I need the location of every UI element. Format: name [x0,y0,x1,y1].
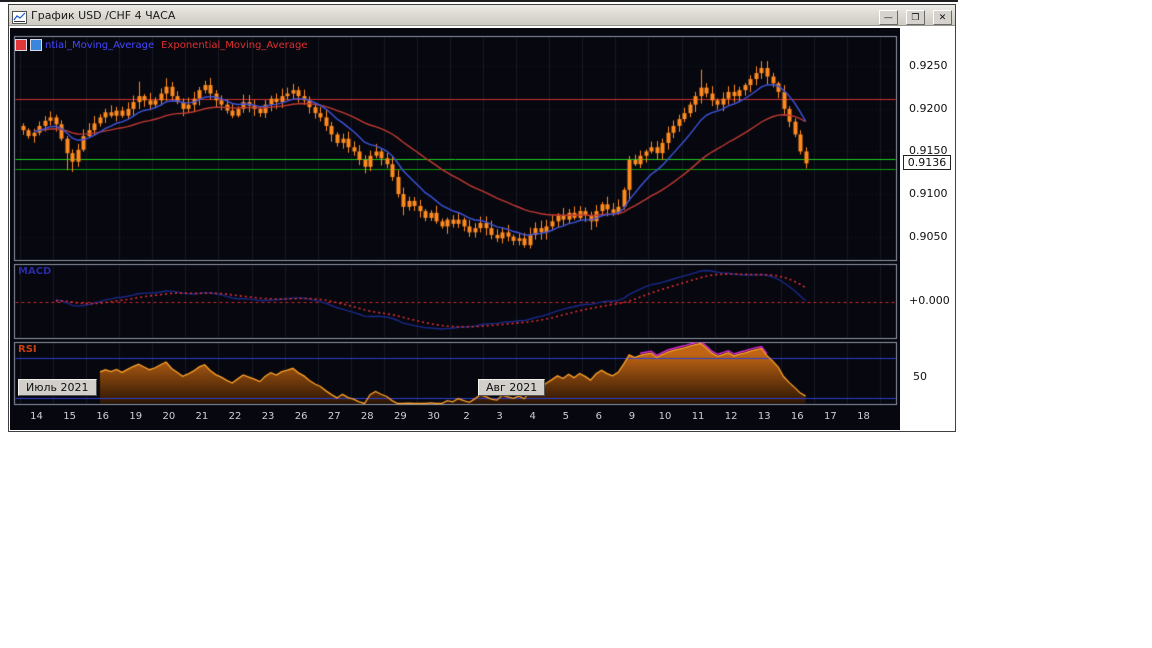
x-axis-tick: 21 [195,411,209,422]
window-titlebar[interactable]: График USD /CHF 4 ЧАСА — ❐ ✕ [9,5,955,26]
x-axis-tick: 13 [757,411,771,422]
month-marker-july: Июль 2021 [18,379,97,396]
x-axis-tick: 27 [327,411,341,422]
price-axis-label: 0.9050 [909,229,948,243]
ema-red-toggle[interactable] [15,39,27,51]
x-axis-tick: 14 [30,411,43,422]
rsi-panel-label: RSI [18,344,37,355]
x-axis-tick: 11 [691,411,705,422]
ema-fast-legend-label: ntial_Moving_Average [45,39,155,51]
x-axis-tick: 5 [562,411,569,422]
x-axis-tick: 15 [63,411,76,422]
chart-icon [12,9,27,24]
x-axis-tick: 6 [595,411,603,422]
x-axis-tick: 3 [496,411,503,422]
x-axis-tick: 29 [394,411,407,422]
x-axis-tick: 18 [857,411,870,422]
price-axis-label: 0.9250 [909,59,948,73]
x-axis-tick: 19 [129,411,143,422]
x-axis-tick: 28 [360,411,374,422]
x-axis-tick: 20 [162,411,176,422]
close-button[interactable]: ✕ [933,10,952,26]
chart-client-area: ntial_Moving_Average Exponential_Moving_… [9,26,955,431]
x-axis-tick: 26 [294,411,308,422]
macd-axis-label: +0.000 [909,294,950,307]
chart-canvas[interactable] [10,28,900,430]
minimize-button[interactable]: — [878,10,898,26]
window-title: График USD /CHF 4 ЧАСА [31,8,176,22]
x-axis-tick: 10 [658,411,672,422]
x-axis-tick: 12 [724,411,738,422]
price-axis-label: 0.9100 [909,187,948,201]
x-axis-tick: 4 [529,411,536,422]
macd-panel-label: MACD [18,266,52,277]
chart-area[interactable]: ntial_Moving_Average Exponential_Moving_… [10,28,900,430]
indicator-legend: ntial_Moving_Average Exponential_Moving_… [15,39,307,51]
x-axis-tick: 30 [427,411,440,422]
price-axis: 0.9250 0.9200 0.9150 0.9100 0.9050 0.9136 +0… [901,28,955,430]
month-marker-august: Авг 2021 [478,379,546,396]
rsi-axis-label: 50 [913,370,927,383]
x-axis-tick: 23 [261,411,275,422]
x-axis-tick: 16 [790,411,804,422]
x-axis-tick: 17 [824,411,837,422]
price-axis-label: 0.9200 [909,101,948,115]
x-axis-tick: 9 [628,411,636,422]
chart-window: График USD /CHF 4 ЧАСА — ❐ ✕ ntial_Movin… [8,4,956,432]
x-axis-tick: 16 [96,411,110,422]
outer-window-frame: График USD /CHF 4 ЧАСА — ❐ ✕ ntial_Movin… [0,0,958,432]
x-axis-tick: 22 [228,411,242,422]
maximize-button[interactable]: ❐ [905,10,925,26]
ema-slow-legend-label: Exponential_Moving_Average [161,39,308,51]
window-controls: — ❐ ✕ [876,5,952,26]
current-price-label: 0.9136 [903,155,951,171]
ema-blue-toggle[interactable] [30,39,42,51]
x-axis-tick: 2 [463,411,470,422]
x-axis: 14 15 16 19 20 21 22 23 26 27 28 29 30 2 3 4 5 6 9 10 11 12 13… [10,411,900,427]
